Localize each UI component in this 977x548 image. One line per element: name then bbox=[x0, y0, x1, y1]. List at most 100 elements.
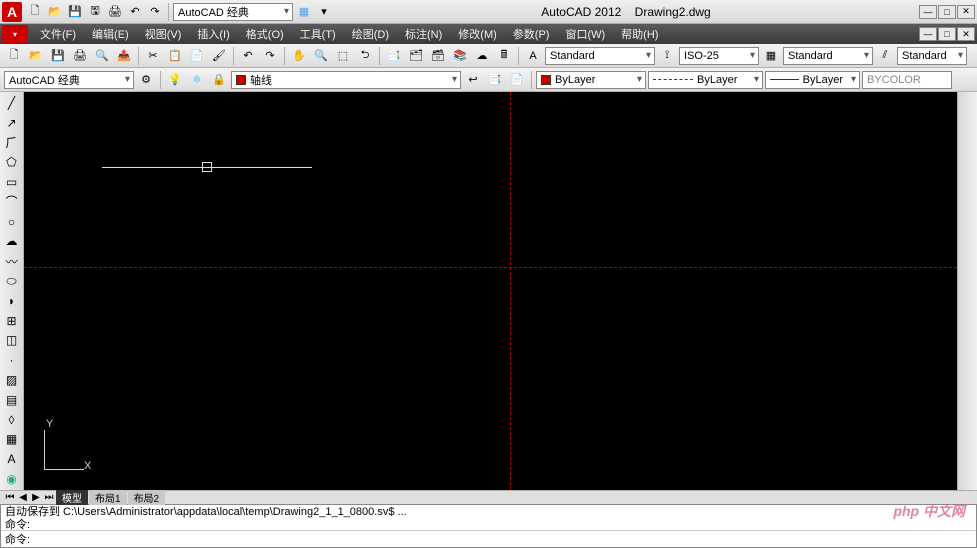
color-selector[interactable]: ByLayer bbox=[536, 71, 646, 89]
mdi-close-button[interactable]: ✕ bbox=[957, 27, 975, 41]
text-style-selector[interactable]: Standard bbox=[545, 47, 655, 65]
mdi-minimize-button[interactable]: — bbox=[919, 27, 937, 41]
save-icon[interactable]: 💾 bbox=[66, 3, 84, 21]
markup-button[interactable]: ☁ bbox=[472, 46, 492, 66]
command-line[interactable]: 命令: bbox=[1, 531, 976, 547]
tab-layout1[interactable]: 布局1 bbox=[89, 490, 127, 505]
designcenter-button[interactable]: 🗂 bbox=[406, 46, 426, 66]
saveas-icon[interactable]: 🖫 bbox=[86, 3, 104, 21]
tab-prev-icon[interactable]: ◀ bbox=[17, 492, 29, 503]
undo-button[interactable]: ↶ bbox=[238, 46, 258, 66]
sheetset-button[interactable]: 📚 bbox=[450, 46, 470, 66]
matchprop-button[interactable]: 🖌 bbox=[209, 46, 229, 66]
menu-draw[interactable]: 绘图(D) bbox=[344, 24, 397, 44]
menu-format[interactable]: 格式(O) bbox=[238, 24, 292, 44]
undo-icon[interactable]: ↶ bbox=[126, 3, 144, 21]
zoom-prev-button[interactable]: ⮌ bbox=[355, 46, 375, 66]
tab-next-icon[interactable]: ▶ bbox=[30, 492, 42, 503]
addselect-tool[interactable]: ◉ bbox=[3, 470, 21, 488]
mlinestyle-icon[interactable]: ⫽ bbox=[875, 46, 895, 66]
textstyle-icon[interactable]: A bbox=[523, 46, 543, 66]
menu-parametric[interactable]: 参数(P) bbox=[505, 24, 558, 44]
layer-make-icon[interactable]: 📄 bbox=[507, 70, 527, 90]
dim-style-selector[interactable]: ISO-25 bbox=[679, 47, 759, 65]
mtext-tool[interactable]: A bbox=[3, 450, 21, 468]
dimstyle-icon[interactable]: ⟟ bbox=[657, 46, 677, 66]
table-style-selector[interactable]: Standard bbox=[783, 47, 873, 65]
plot-button[interactable]: 🖨 bbox=[70, 46, 90, 66]
workspace-settings-icon[interactable]: ⚙ bbox=[136, 70, 156, 90]
preview-button[interactable]: 🔍 bbox=[92, 46, 112, 66]
app-logo[interactable]: A bbox=[2, 2, 22, 22]
layer-lock-icon[interactable]: 🔒 bbox=[209, 70, 229, 90]
mdi-maximize-button[interactable]: □ bbox=[938, 27, 956, 41]
redo-button[interactable]: ↷ bbox=[260, 46, 280, 66]
minimize-button[interactable]: — bbox=[919, 5, 937, 19]
revcloud-tool[interactable]: ☁ bbox=[3, 233, 21, 251]
grid-toggle-icon[interactable]: ▦ bbox=[295, 3, 313, 21]
menu-insert[interactable]: 插入(I) bbox=[189, 24, 237, 44]
close-button[interactable]: ✕ bbox=[957, 5, 975, 19]
menu-dimension[interactable]: 标注(N) bbox=[397, 24, 450, 44]
layer-freeze-icon[interactable]: ❄ bbox=[187, 70, 207, 90]
tab-layout2[interactable]: 布局2 bbox=[128, 490, 166, 505]
menu-edit[interactable]: 编辑(E) bbox=[84, 24, 137, 44]
insert-tool[interactable]: ⊞ bbox=[3, 312, 21, 330]
menu-tools[interactable]: 工具(T) bbox=[292, 24, 344, 44]
region-tool[interactable]: ◊ bbox=[3, 411, 21, 429]
calc-button[interactable]: 🖩 bbox=[494, 46, 514, 66]
hatch-tool[interactable]: ▨ bbox=[3, 371, 21, 389]
toolpalette-button[interactable]: 🗃 bbox=[428, 46, 448, 66]
save-button[interactable]: 💾 bbox=[48, 46, 68, 66]
circle-tool[interactable]: ○ bbox=[3, 213, 21, 231]
drawing-canvas[interactable]: Y X bbox=[24, 92, 957, 490]
point-tool[interactable]: · bbox=[3, 351, 21, 369]
spline-tool[interactable]: 〰 bbox=[3, 252, 21, 270]
layer-iso-icon[interactable]: 📑 bbox=[485, 70, 505, 90]
workspace-selector-top[interactable]: AutoCAD 经典 bbox=[173, 3, 293, 21]
ellipsearc-tool[interactable]: ◗ bbox=[3, 292, 21, 310]
properties-button[interactable]: 📑 bbox=[384, 46, 404, 66]
layer-selector[interactable]: 轴线 bbox=[231, 71, 461, 89]
zoom-button[interactable]: 🔍 bbox=[311, 46, 331, 66]
rectangle-tool[interactable]: ▭ bbox=[3, 173, 21, 191]
menu-modify[interactable]: 修改(M) bbox=[450, 24, 505, 44]
menu-help[interactable]: 帮助(H) bbox=[613, 24, 666, 44]
xline-tool[interactable]: ↗ bbox=[3, 114, 21, 132]
ellipse-tool[interactable]: ⬭ bbox=[3, 272, 21, 290]
block-tool[interactable]: ◫ bbox=[3, 332, 21, 350]
command-history[interactable]: 自动保存到 C:\Users\Administrator\appdata\loc… bbox=[1, 505, 976, 531]
command-input[interactable] bbox=[32, 533, 972, 545]
new-icon[interactable]: 🗋 bbox=[26, 3, 44, 21]
line-tool[interactable]: ╱ bbox=[3, 94, 21, 112]
layer-prev-icon[interactable]: ↩ bbox=[463, 70, 483, 90]
copy-button[interactable]: 📋 bbox=[165, 46, 185, 66]
menu-app-button[interactable]: ▾ bbox=[2, 25, 28, 43]
paste-button[interactable]: 📄 bbox=[187, 46, 207, 66]
zoom-window-button[interactable]: ⬚ bbox=[333, 46, 353, 66]
table-tool[interactable]: ▦ bbox=[3, 431, 21, 449]
plot-icon[interactable]: 🖨 bbox=[106, 3, 124, 21]
publish-button[interactable]: 📤 bbox=[114, 46, 134, 66]
new-button[interactable]: 🗋 bbox=[4, 46, 24, 66]
polygon-tool[interactable]: ⬠ bbox=[3, 153, 21, 171]
tab-last-icon[interactable]: ⏭ bbox=[43, 492, 55, 503]
lineweight-selector[interactable]: ByLayer bbox=[765, 71, 860, 89]
menu-file[interactable]: 文件(F) bbox=[32, 24, 84, 44]
redo-icon[interactable]: ↷ bbox=[146, 3, 164, 21]
tablestyle-icon[interactable]: ▦ bbox=[761, 46, 781, 66]
open-button[interactable]: 📂 bbox=[26, 46, 46, 66]
right-scrollbar[interactable] bbox=[957, 92, 977, 490]
pan-button[interactable]: ✋ bbox=[289, 46, 309, 66]
workspace-selector[interactable]: AutoCAD 经典 bbox=[4, 71, 134, 89]
qat-dropdown-icon[interactable]: ▾ bbox=[315, 3, 333, 21]
linetype-selector[interactable]: ByLayer bbox=[648, 71, 763, 89]
gradient-tool[interactable]: ▤ bbox=[3, 391, 21, 409]
cut-button[interactable]: ✂ bbox=[143, 46, 163, 66]
menu-window[interactable]: 窗口(W) bbox=[557, 24, 613, 44]
arc-tool[interactable]: ⌒ bbox=[3, 193, 21, 211]
mline-style-selector[interactable]: Standard bbox=[897, 47, 967, 65]
open-icon[interactable]: 📂 bbox=[46, 3, 64, 21]
menu-view[interactable]: 视图(V) bbox=[137, 24, 190, 44]
maximize-button[interactable]: □ bbox=[938, 5, 956, 19]
